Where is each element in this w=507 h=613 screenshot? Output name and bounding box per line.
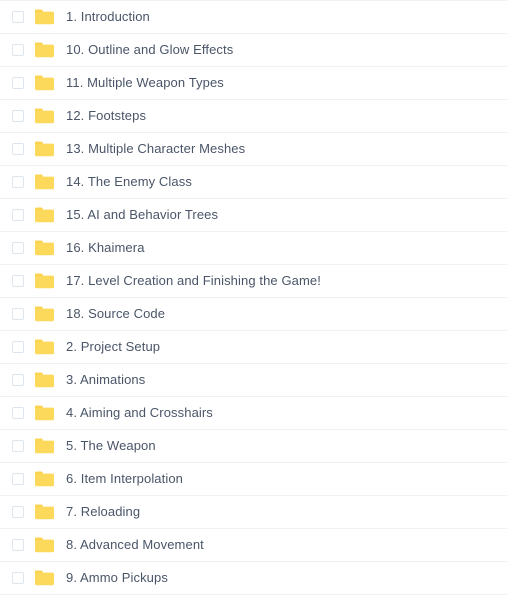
row-checkbox-13[interactable]	[12, 407, 24, 419]
row-checkbox-15[interactable]	[12, 473, 24, 485]
folder-icon	[35, 306, 54, 322]
row-checkbox-9[interactable]	[12, 275, 24, 287]
folder-row[interactable]: 3. Animations	[0, 364, 507, 397]
folder-label: 5. The Weapon	[66, 438, 156, 453]
folder-row[interactable]: 7. Reloading	[0, 496, 507, 529]
row-checkbox-11[interactable]	[12, 341, 24, 353]
folder-row[interactable]: 16. Khaimera	[0, 232, 507, 265]
folder-icon	[35, 537, 54, 553]
folder-row[interactable]: 12. Footsteps	[0, 100, 507, 133]
folder-icon	[35, 339, 54, 355]
row-checkbox-1[interactable]	[12, 11, 24, 23]
folder-icon	[35, 273, 54, 289]
folder-label: 8. Advanced Movement	[66, 537, 204, 552]
row-checkbox-14[interactable]	[12, 440, 24, 452]
folder-label: 9. Ammo Pickups	[66, 570, 168, 585]
folder-icon	[35, 471, 54, 487]
row-checkbox-7[interactable]	[12, 209, 24, 221]
row-checkbox-2[interactable]	[12, 44, 24, 56]
folder-row[interactable]: 1. Introduction	[0, 1, 507, 34]
folder-label: 4. Aiming and Crosshairs	[66, 405, 213, 420]
folder-icon	[35, 9, 54, 25]
folder-row[interactable]: 6. Item Interpolation	[0, 463, 507, 496]
folder-label: 13. Multiple Character Meshes	[66, 141, 246, 156]
row-checkbox-5[interactable]	[12, 143, 24, 155]
folder-row[interactable]: 9. Ammo Pickups	[0, 562, 507, 595]
folder-icon	[35, 42, 54, 58]
folder-label: 10. Outline and Glow Effects	[66, 42, 234, 57]
folder-row[interactable]: 11. Multiple Weapon Types	[0, 67, 507, 100]
folder-icon	[35, 174, 54, 190]
folder-row[interactable]: 5. The Weapon	[0, 430, 507, 463]
folder-label: 2. Project Setup	[66, 339, 161, 354]
folder-label: 11. Multiple Weapon Types	[66, 75, 224, 90]
folder-list: 1. Introduction 10. Outline and Glow Eff…	[0, 0, 507, 595]
folder-icon	[35, 372, 54, 388]
folder-row[interactable]: 10. Outline and Glow Effects	[0, 34, 507, 67]
folder-row[interactable]: 2. Project Setup	[0, 331, 507, 364]
row-checkbox-12[interactable]	[12, 374, 24, 386]
folder-label: 16. Khaimera	[66, 240, 145, 255]
row-checkbox-8[interactable]	[12, 242, 24, 254]
row-checkbox-6[interactable]	[12, 176, 24, 188]
folder-label: 6. Item Interpolation	[66, 471, 183, 486]
folder-label: 17. Level Creation and Finishing the Gam…	[66, 273, 321, 288]
folder-label: 1. Introduction	[66, 9, 150, 24]
folder-icon	[35, 141, 54, 157]
row-checkbox-16[interactable]	[12, 506, 24, 518]
folder-row[interactable]: 17. Level Creation and Finishing the Gam…	[0, 265, 507, 298]
folder-icon	[35, 438, 54, 454]
folder-label: 7. Reloading	[66, 504, 141, 519]
folder-icon	[35, 240, 54, 256]
folder-icon	[35, 108, 54, 124]
folder-row[interactable]: 4. Aiming and Crosshairs	[0, 397, 507, 430]
folder-label: 18. Source Code	[66, 306, 166, 321]
folder-icon	[35, 207, 54, 223]
row-checkbox-10[interactable]	[12, 308, 24, 320]
folder-label: 14. The Enemy Class	[66, 174, 192, 189]
folder-icon	[35, 570, 54, 586]
row-checkbox-3[interactable]	[12, 77, 24, 89]
folder-row[interactable]: 15. AI and Behavior Trees	[0, 199, 507, 232]
folder-row[interactable]: 13. Multiple Character Meshes	[0, 133, 507, 166]
folder-icon	[35, 75, 54, 91]
row-checkbox-18[interactable]	[12, 572, 24, 584]
folder-row[interactable]: 18. Source Code	[0, 298, 507, 331]
row-checkbox-4[interactable]	[12, 110, 24, 122]
folder-row[interactable]: 14. The Enemy Class	[0, 166, 507, 199]
folder-icon	[35, 405, 54, 421]
folder-row[interactable]: 8. Advanced Movement	[0, 529, 507, 562]
folder-label: 15. AI and Behavior Trees	[66, 207, 219, 222]
folder-icon	[35, 504, 54, 520]
folder-label: 12. Footsteps	[66, 108, 147, 123]
row-checkbox-17[interactable]	[12, 539, 24, 551]
folder-label: 3. Animations	[66, 372, 146, 387]
